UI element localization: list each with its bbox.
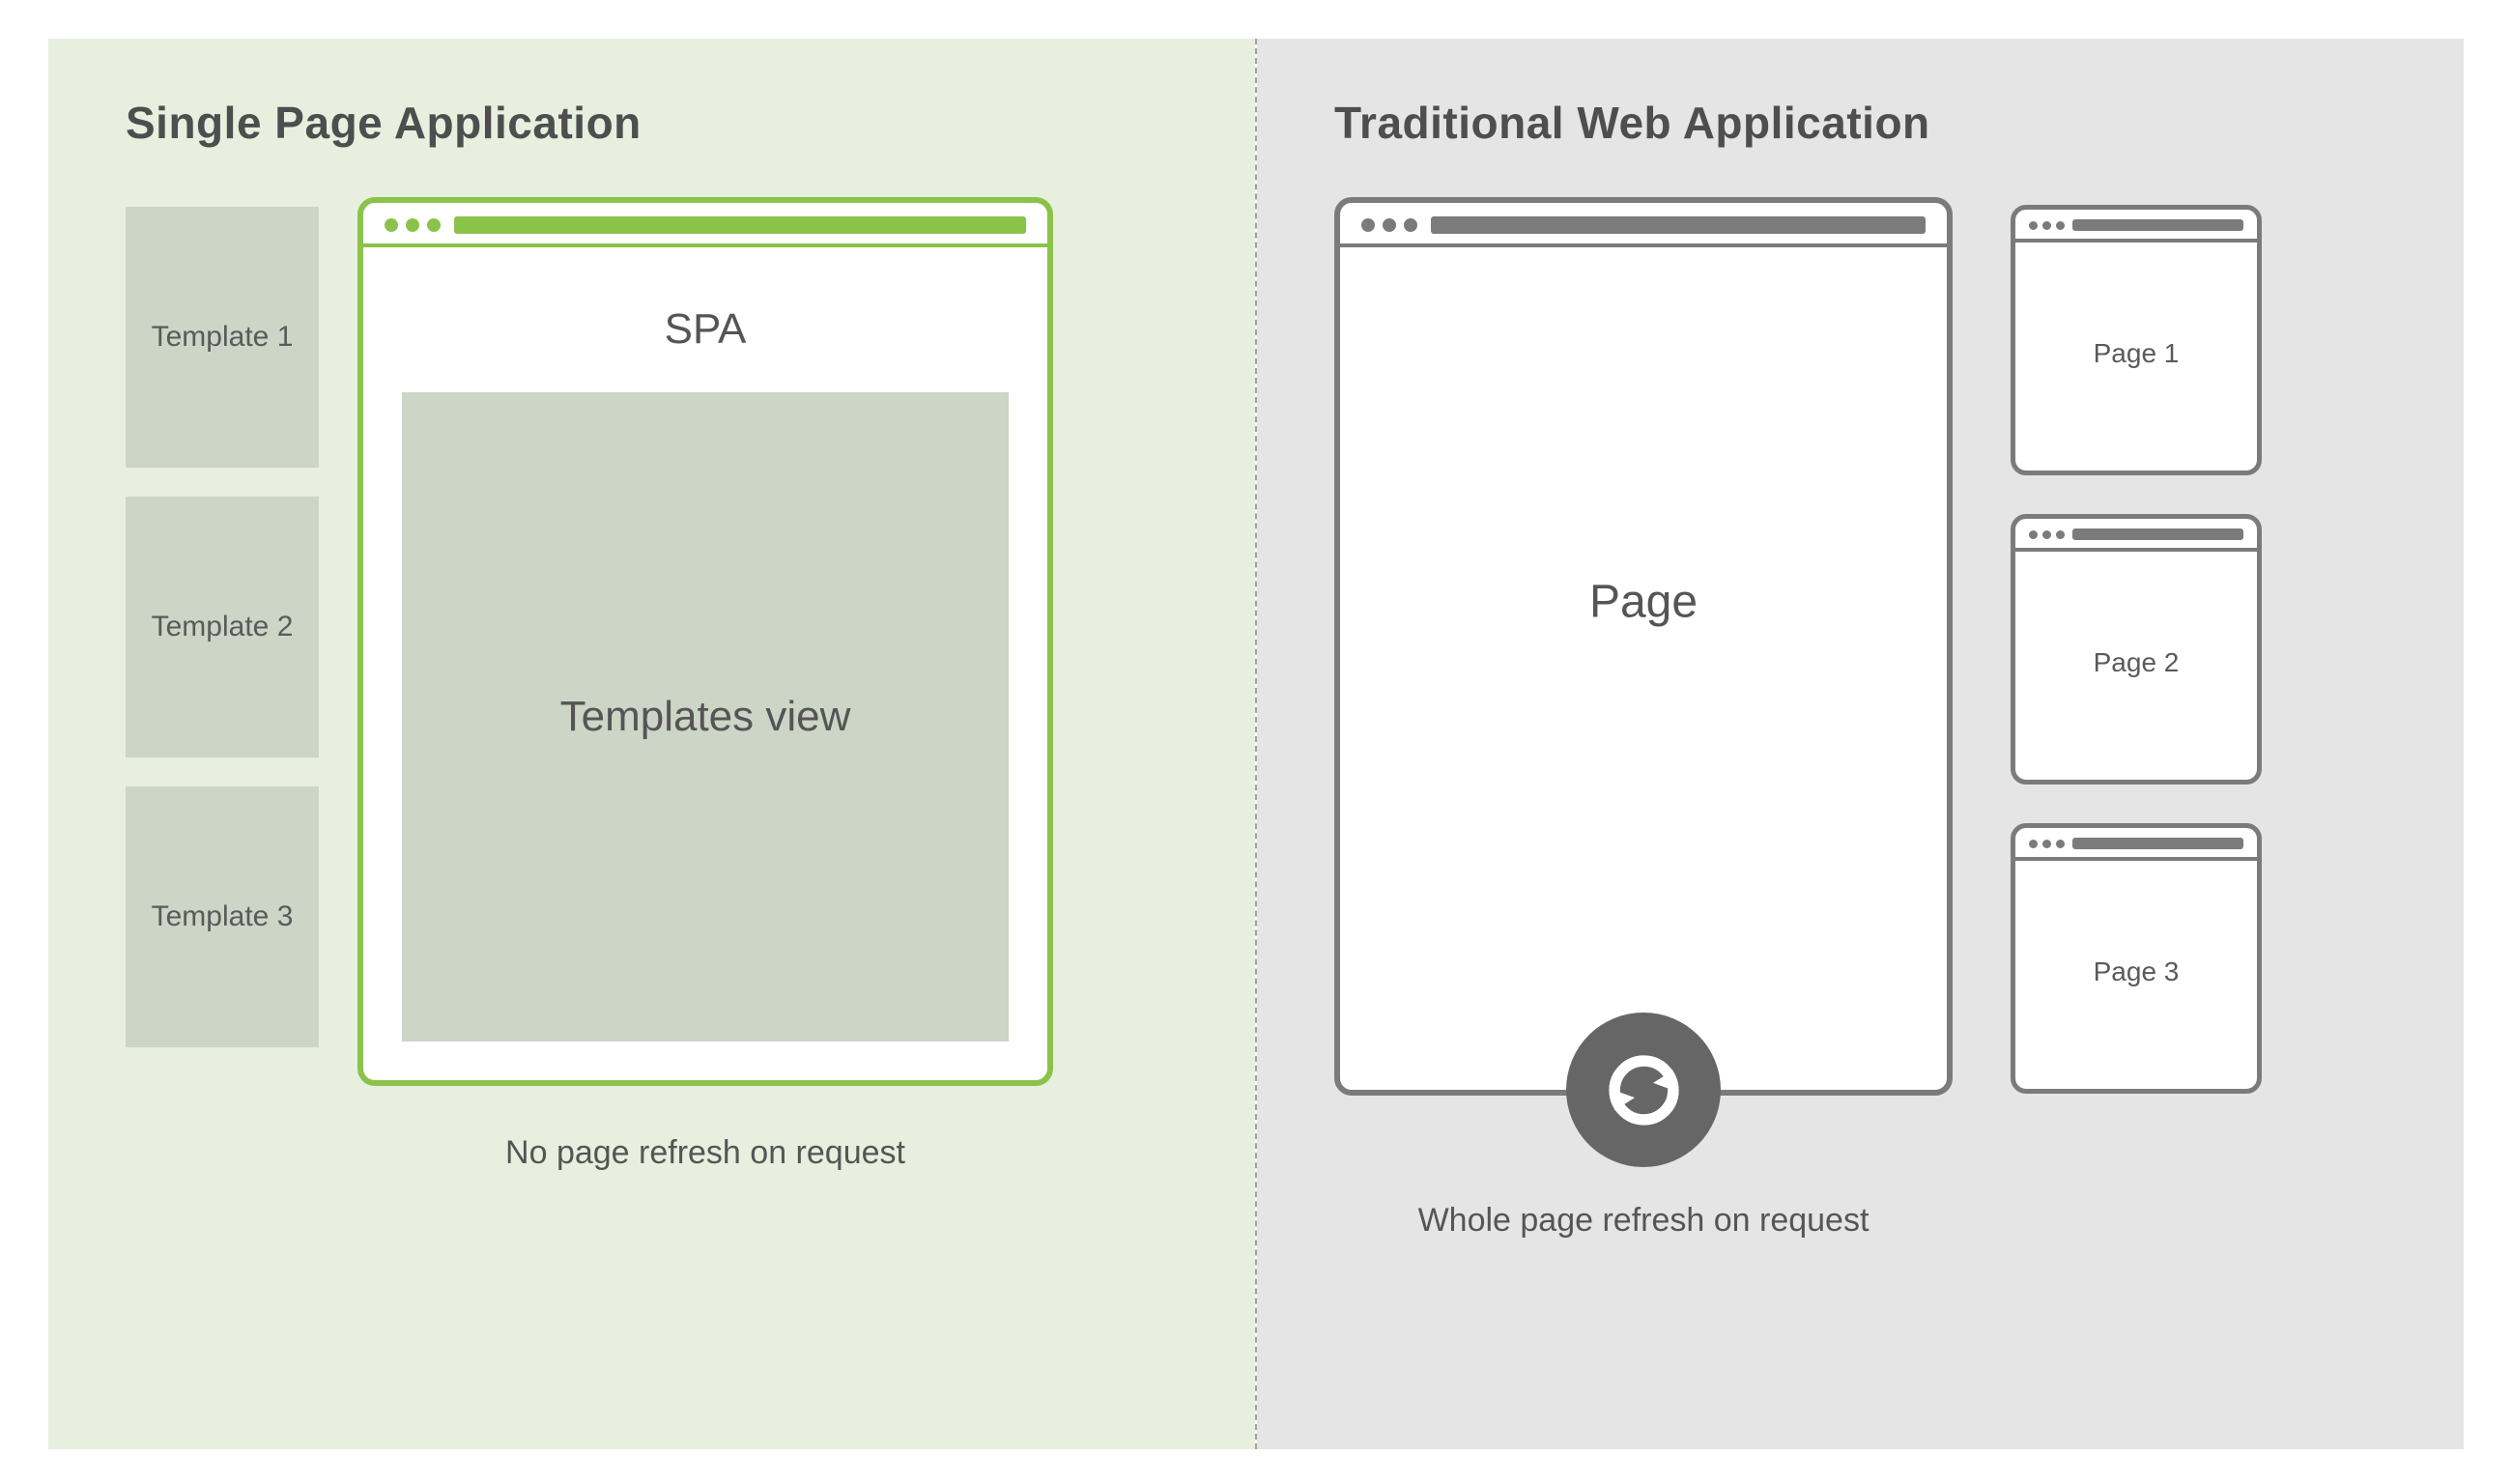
page-tile-titlebar — [2015, 519, 2257, 548]
page-tile-3: Page 3 — [2011, 823, 2262, 1094]
address-bar-icon — [2072, 219, 2243, 231]
spa-browser-window: SPA Templates view — [357, 197, 1053, 1086]
traditional-browser-window: Page — [1334, 197, 1953, 1096]
address-bar-icon — [2072, 838, 2243, 849]
window-dots-icon — [2029, 221, 2065, 230]
titlebar-separator — [2015, 857, 2257, 861]
spa-browser-titlebar — [363, 203, 1047, 243]
page-tile-1: Page 1 — [2011, 205, 2262, 475]
panel-body-traditional: Page Whole page refresh on request — [1334, 197, 2406, 1240]
templates-view-area: Templates view — [402, 392, 1009, 1042]
template-tile-3: Template 3 — [126, 786, 319, 1047]
panel-title-spa: Single Page Application — [126, 97, 1197, 149]
panel-title-traditional: Traditional Web Application — [1334, 97, 2406, 149]
spa-browser-body: SPA Templates view — [363, 247, 1047, 1080]
page-tile-label: Page 1 — [2094, 335, 2180, 372]
spa-main-wrap: SPA Templates view No page refresh on re… — [357, 197, 1053, 1172]
pages-column: Page 1 Page 2 — [2011, 205, 2262, 1094]
titlebar-separator — [2015, 239, 2257, 243]
panel-traditional: Traditional Web Application Page — [1257, 39, 2464, 1449]
window-dots-icon — [2029, 530, 2065, 539]
page-tile-titlebar — [2015, 210, 2257, 239]
diagram-canvas: Single Page Application Template 1 Templ… — [0, 0, 2512, 1484]
template-tile-1: Template 1 — [126, 207, 319, 468]
window-dots-icon — [385, 218, 441, 232]
address-bar-icon — [2072, 528, 2243, 540]
address-bar-icon — [1431, 216, 1926, 234]
page-label: Page — [1589, 576, 1698, 629]
page-tile-2: Page 2 — [2011, 514, 2262, 785]
spa-label: SPA — [665, 305, 747, 354]
window-dots-icon — [2029, 840, 2065, 848]
traditional-main-wrap: Page Whole page refresh on request — [1334, 197, 1953, 1240]
traditional-caption: Whole page refresh on request — [1418, 1202, 1870, 1240]
panel-spa: Single Page Application Template 1 Templ… — [48, 39, 1255, 1449]
address-bar-icon — [454, 216, 1026, 234]
refresh-icon — [1566, 1013, 1721, 1167]
panel-body-spa: Template 1 Template 2 Template 3 — [126, 197, 1197, 1172]
window-dots-icon — [1361, 218, 1417, 232]
page-tile-label: Page 2 — [2094, 644, 2180, 681]
page-tile-label: Page 3 — [2094, 954, 2180, 990]
template-tile-2: Template 2 — [126, 497, 319, 757]
titlebar-separator — [2015, 548, 2257, 552]
page-tile-titlebar — [2015, 828, 2257, 857]
spa-caption: No page refresh on request — [505, 1134, 905, 1172]
titlebar-separator — [1340, 243, 1947, 247]
traditional-browser-titlebar — [1340, 203, 1947, 243]
templates-column: Template 1 Template 2 Template 3 — [126, 207, 319, 1047]
